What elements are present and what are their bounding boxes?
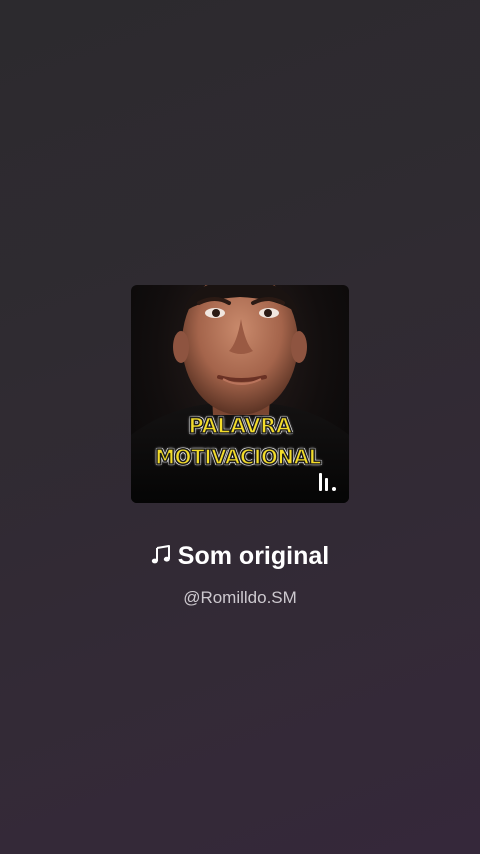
audio-title[interactable]: Som original — [0, 542, 480, 571]
music-note-icon — [151, 545, 170, 564]
cover-text-line1: PALAVRA — [188, 413, 293, 439]
portrait-image — [131, 285, 349, 503]
sound-bars-icon — [319, 473, 339, 491]
audio-cover-image[interactable]: PALAVRA MOTIVACIONAL — [131, 285, 349, 503]
audio-title-text: Som original — [177, 542, 330, 570]
cover-text-line2: MOTIVACIONAL — [154, 444, 322, 470]
author-link[interactable]: @Romilldo.SM — [0, 588, 480, 608]
